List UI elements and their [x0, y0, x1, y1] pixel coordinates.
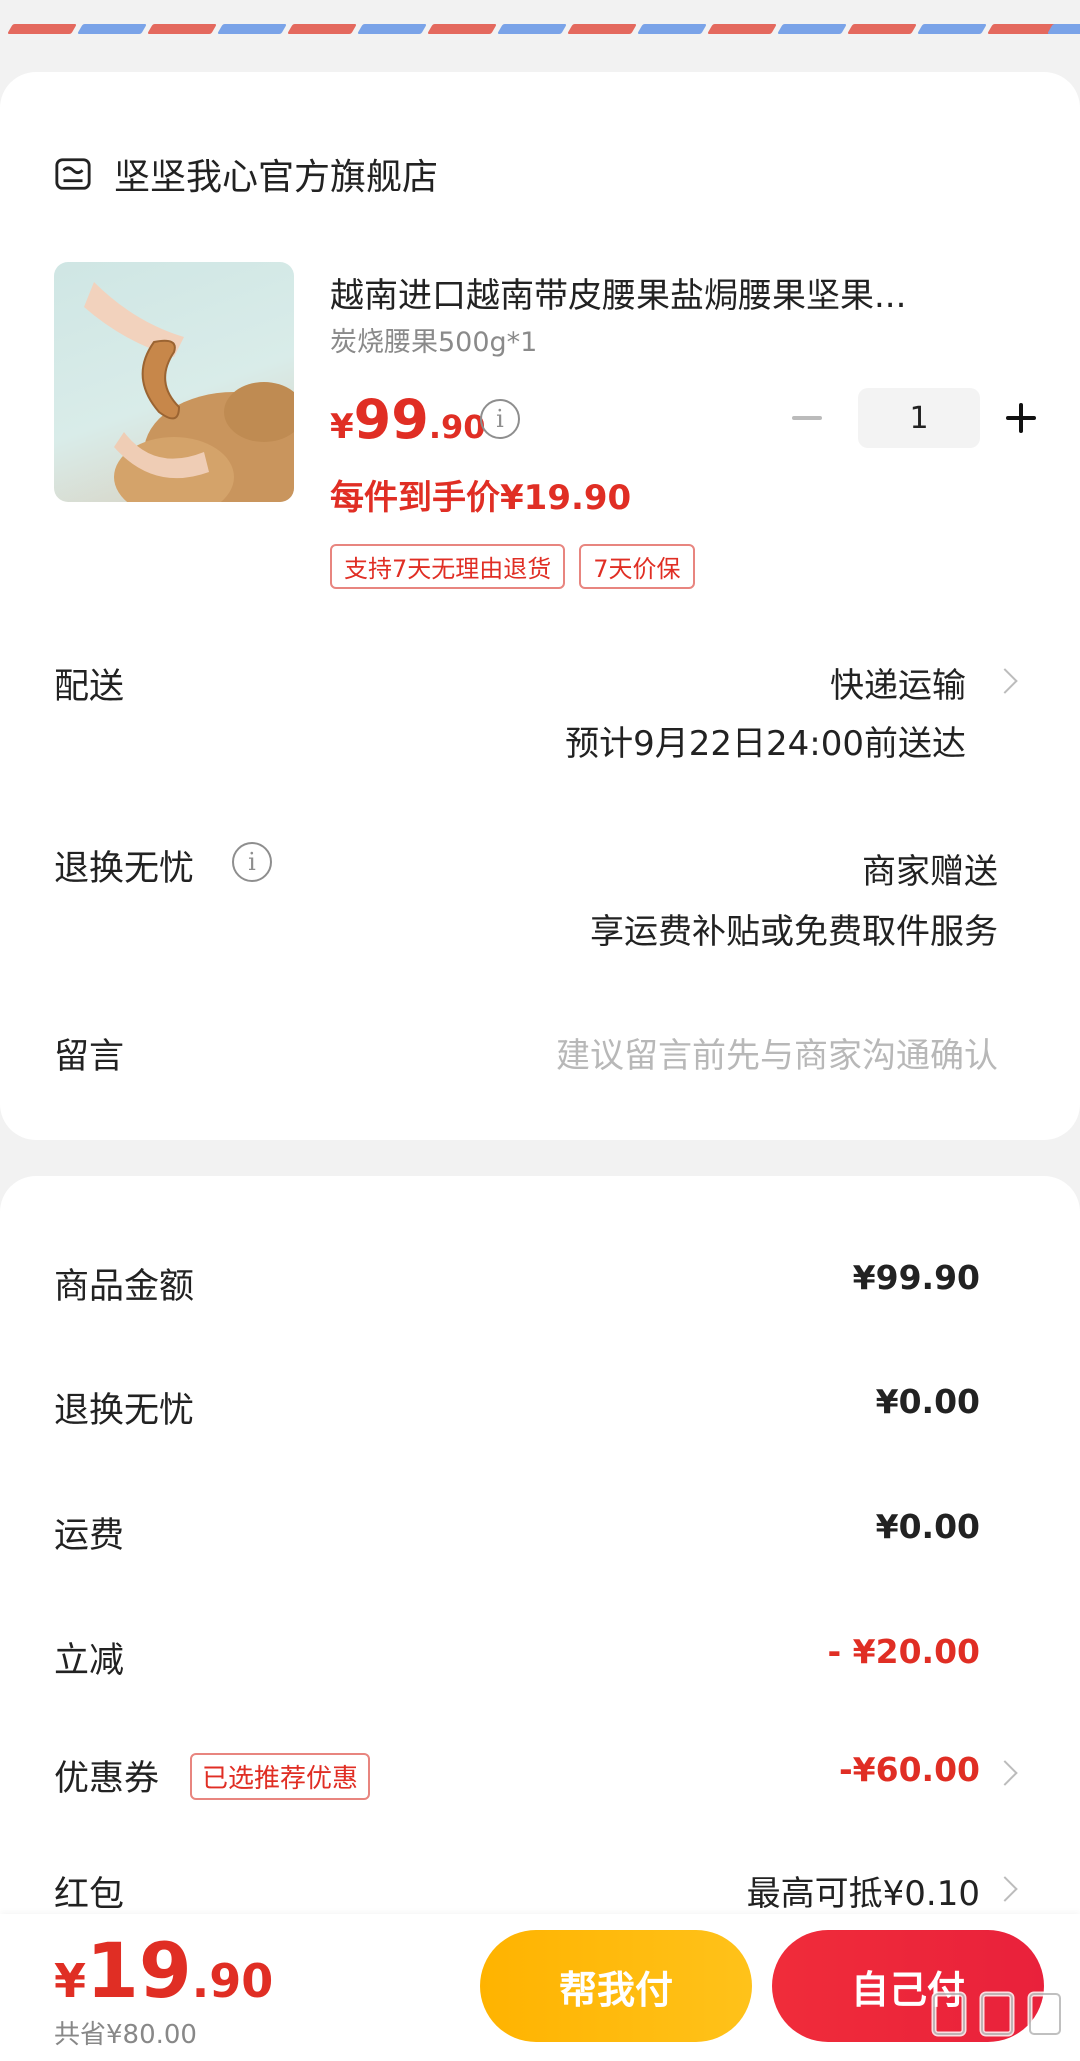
shipping-value: ¥0.00: [875, 1507, 980, 1546]
price-info-icon[interactable]: i: [480, 399, 520, 439]
unit-price: 每件到手价¥19.90: [330, 478, 632, 518]
shop-icon: [55, 158, 91, 190]
coupon-badge: 已选推荐优惠: [190, 1753, 371, 1800]
watermark-logo: [931, 1991, 1063, 2037]
returns-desc: 享运费补贴或免费取件服务: [590, 912, 998, 952]
plus-icon[interactable]: [1000, 397, 1042, 439]
airmail-border: [0, 0, 1080, 40]
returns-label: 退换无忧: [54, 849, 195, 889]
order-card: [0, 72, 1080, 1140]
goods-amount-value: ¥99.90: [852, 1258, 980, 1297]
returns-fee-value: ¥0.00: [875, 1382, 980, 1421]
product-price: ¥ 99 .90: [330, 388, 486, 451]
total-currency: ¥: [54, 1954, 87, 2008]
product-image[interactable]: [54, 262, 294, 502]
total-price: ¥ 19 .90: [54, 1926, 273, 2015]
price-currency: ¥: [330, 407, 354, 447]
shipping-label: 运费: [54, 1516, 125, 1556]
quantity-stepper: 1: [786, 388, 1042, 448]
shop-row[interactable]: 坚坚我心官方旗舰店: [54, 148, 438, 200]
discount-value: - ¥20.00: [827, 1632, 980, 1671]
discount-label: 立减: [54, 1641, 125, 1681]
returns-fee-label: 退换无忧: [54, 1391, 195, 1431]
price-integer: 99: [353, 388, 429, 451]
tag-price-protect: 7天价保: [579, 544, 695, 589]
help-pay-button[interactable]: 帮我付: [480, 1930, 752, 2042]
coupon-label: 优惠券: [54, 1759, 160, 1799]
total-integer: 19: [86, 1926, 192, 2015]
redpacket-label: 红包: [54, 1875, 125, 1915]
price-decimal: .90: [428, 408, 486, 446]
redpacket-value[interactable]: 最高可抵¥0.10: [747, 1866, 980, 1915]
saved-amount: 共省¥80.00: [54, 2020, 197, 2050]
delivery-eta: 预计9月22日24:00前送达: [565, 724, 966, 764]
product-spec[interactable]: 炭烧腰果500g*1: [330, 320, 537, 359]
delivery-label: 配送: [54, 667, 125, 707]
shop-name: 坚坚我心官方旗舰店: [114, 157, 439, 198]
message-label: 留言: [54, 1037, 125, 1077]
minus-icon[interactable]: [786, 397, 828, 439]
service-tags: 支持7天无理由退货 7天价保: [330, 544, 709, 589]
goods-amount-label: 商品金额: [54, 1267, 195, 1307]
delivery-method[interactable]: 快递运输: [830, 658, 966, 707]
product-title[interactable]: 越南进口越南带皮腰果盐焗腰果坚果...: [330, 268, 906, 317]
message-input[interactable]: 建议留言前先与商家沟通确认: [556, 1028, 998, 1077]
returns-value: 商家赠送: [862, 852, 998, 892]
quantity-value[interactable]: 1: [858, 388, 980, 448]
coupon-value[interactable]: -¥60.00: [839, 1750, 980, 1789]
tag-7day-return: 支持7天无理由退货: [330, 544, 566, 589]
total-decimal: .90: [191, 1954, 274, 2008]
returns-info-icon[interactable]: i: [232, 842, 272, 882]
